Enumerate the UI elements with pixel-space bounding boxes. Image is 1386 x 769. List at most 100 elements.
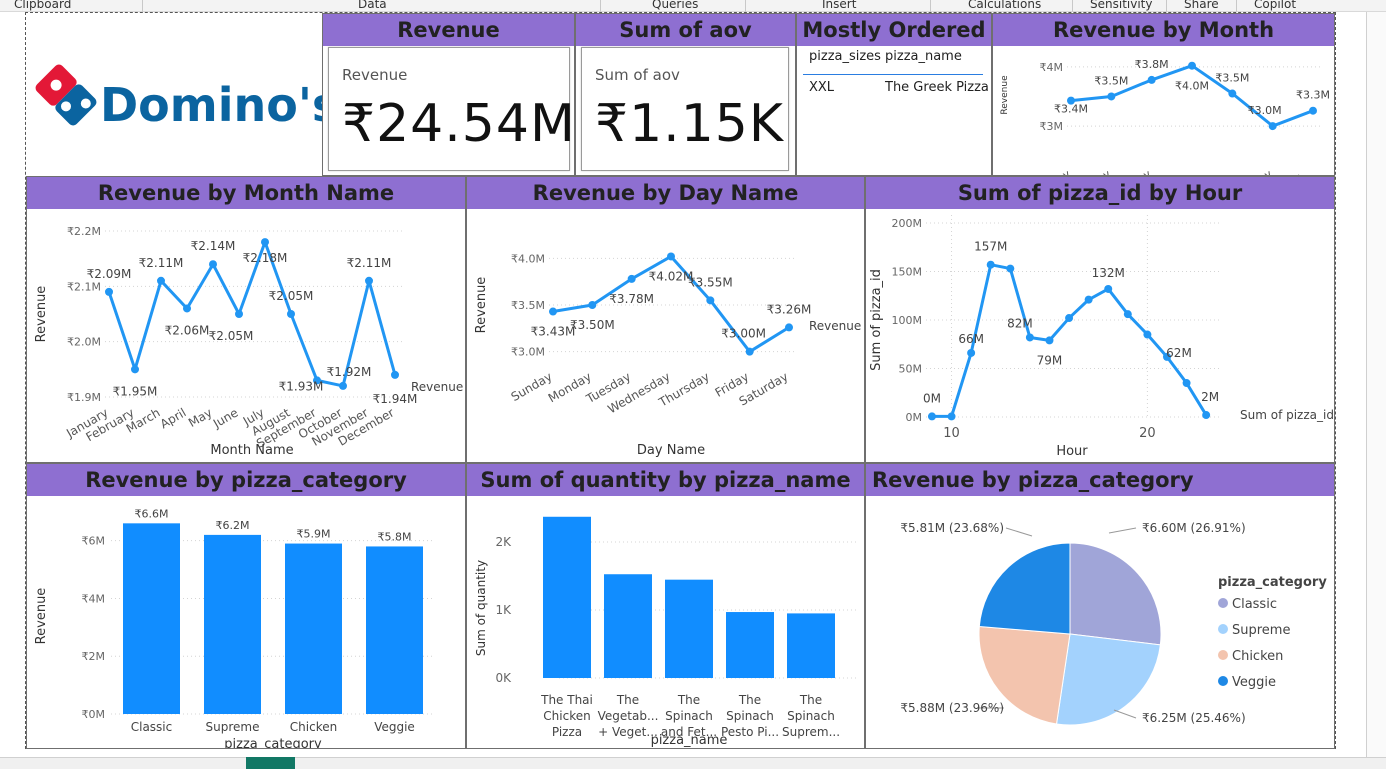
y-axis-title: Revenue [474,277,489,334]
data-label: ₹2.14M [191,239,236,253]
data-point [183,304,191,313]
chart-quantity-by-pizza-name[interactable]: Sum of quantity by pizza_name 0K 1K 2K The … [466,463,865,749]
y-tick-label: ₹3.0M [511,346,545,359]
data-label: ₹3.43M [531,325,576,339]
data-label: ₹2.11M [347,256,392,270]
ribbon-separator [1166,0,1167,12]
chart-revenue-by-category-bar[interactable]: Revenue by pizza_category ₹0M ₹2M ₹4M ₹6M ₹6… [26,463,466,749]
bar [604,574,652,678]
kpi-aov-card[interactable]: Sum of aov Sum of aov ₹1.15K [575,13,796,176]
x-tick-label: Spinach [726,709,774,723]
x-tick-label: Supreme [206,720,260,734]
kpi-revenue-value: ₹24.54M [342,94,575,154]
data-label: ₹3.50M [570,318,615,332]
y-tick-label: ₹2M [82,650,106,663]
y-tick-label: ₹1.9M [67,391,101,404]
y-axis-title: Revenue [1000,75,1010,115]
data-label: ₹1.93M [279,379,324,393]
status-bar [0,757,1386,769]
bar [366,546,423,714]
ribbon-group-calculations[interactable]: Calculations [968,0,1041,11]
data-label: ₹2.09M [87,267,132,281]
ribbon-separator [745,0,746,12]
leader-line [1005,527,1033,537]
chart-revenue-by-month-name-plot: ₹1.9M ₹2.0M ₹2.1M ₹2.2M ₹2.09M ₹1.95M ₹2.11M ₹2… [34,225,463,458]
x-tick-label: The [799,693,822,707]
y-axis-title: Revenue [34,286,49,343]
kpi-revenue-card[interactable]: Revenue Revenue ₹24.54M [322,13,575,176]
filters-pane-collapsed[interactable] [1366,12,1386,757]
x-tick-label: Tuesday [1107,167,1154,176]
mostly-ordered-table[interactable]: Mostly Ordered pizza_sizes pizza_name XX… [796,13,992,176]
page-tab-active[interactable] [246,757,295,769]
ribbon-group-insert[interactable]: Insert [822,0,856,11]
y-tick-label: ₹3.5M [511,299,545,312]
data-point [1147,75,1156,84]
kpi-aov-value: ₹1.15K [595,94,784,154]
y-tick-label: ₹2.1M [67,280,101,293]
data-label: ₹5.9M [297,528,331,541]
chart-revenue-by-category-pie[interactable]: Revenue by pizza_category ₹6.60M (26.91%… [865,463,1335,749]
x-axis-title: Day Name [637,443,705,458]
x-tick-label: Friday [1239,167,1275,176]
data-label: ₹4.0M [1175,80,1209,93]
table-header-pizza-name[interactable]: pizza_name [885,49,962,64]
data-point [1268,122,1277,131]
data-point [287,310,295,318]
table-header-pizza-sizes[interactable]: pizza_sizes [809,49,881,64]
data-label: ₹3.5M [1094,74,1128,87]
data-point [986,260,995,269]
data-point [785,323,793,332]
kpi-aov-box: Sum of aov ₹1.15K [581,47,789,171]
data-label: ₹6.2M [216,519,250,532]
data-point [745,347,754,356]
data-label: ₹5.81M (23.68%) [900,521,1004,535]
data-label: ₹2.18M [243,251,288,265]
x-tick-label: Chicken [543,709,590,723]
kpi-aov-title: Sum of aov [576,14,795,46]
ribbon-separator [142,0,143,12]
x-tick-label: Thurs... [1191,167,1234,176]
x-tick-label: Spinach [787,709,835,723]
data-label: 62M [1166,346,1192,360]
ribbon-group-clipboard[interactable]: Clipboard [14,0,71,11]
y-tick-label: ₹6M [82,535,106,548]
ribbon-group-data[interactable]: Data [358,0,387,11]
brand-name: Domino's [100,78,322,132]
report-canvas[interactable]: Domino's Revenue Revenue ₹24.54M Sum of … [25,12,1336,749]
data-label: ₹3.55M [688,275,733,289]
data-point [235,310,243,318]
bar [726,612,774,678]
y-tick-label: ₹4M [1040,61,1064,74]
y-tick-label: 2K [495,535,512,549]
x-axis-title: Hour [1056,444,1088,459]
series-end-label: Revenue [411,380,463,394]
y-tick-label: 200M [892,217,923,230]
data-label: 132M [1092,266,1125,280]
ribbon-group-sensitivity[interactable]: Sensitivity [1090,0,1152,11]
y-axis-title: Sum of pizza_id [869,269,884,371]
ribbon-group-share[interactable]: Share [1184,0,1219,11]
y-tick-label: ₹4M [82,592,106,605]
y-tick-label: 1K [495,603,512,617]
chart-title: Revenue by pizza_category [27,464,465,496]
legend-marker [1218,624,1228,634]
data-point [131,365,139,374]
ribbon-group-queries[interactable]: Queries [652,0,698,11]
chart-revenue-by-month[interactable]: Revenue by Month ₹3M ₹4M ₹3.4M ₹3.5M ₹3.8M ₹4… [992,13,1335,176]
chart-revenue-by-month-name[interactable]: Revenue by Month Name ₹1.9M ₹2.0M ₹2.1M ₹2.… [26,176,466,463]
x-tick-label: + Veget... [598,725,658,739]
chart-pizza-id-by-hour[interactable]: Sum of pizza_id by Hour 0M 50M 100M 150M 200… [865,176,1335,463]
x-tick-label: Sunday [509,369,555,404]
chart-revenue-by-day-name[interactable]: Revenue by Day Name ₹3.0M ₹3.5M ₹4.0M ₹3.43… [466,176,865,463]
x-tick-label: Pizza [552,725,582,739]
legend-marker [1218,650,1228,660]
ribbon-group-copilot[interactable]: Copilot [1254,0,1296,11]
data-label: 79M [1037,353,1063,367]
x-tick-label: Veggie [374,720,415,734]
kpi-aov-label: Sum of aov [595,66,680,84]
y-tick-label: ₹2.2M [67,225,101,238]
data-label: 0M [923,391,941,405]
bar [787,613,835,678]
y-tick-label: ₹0M [82,708,106,721]
